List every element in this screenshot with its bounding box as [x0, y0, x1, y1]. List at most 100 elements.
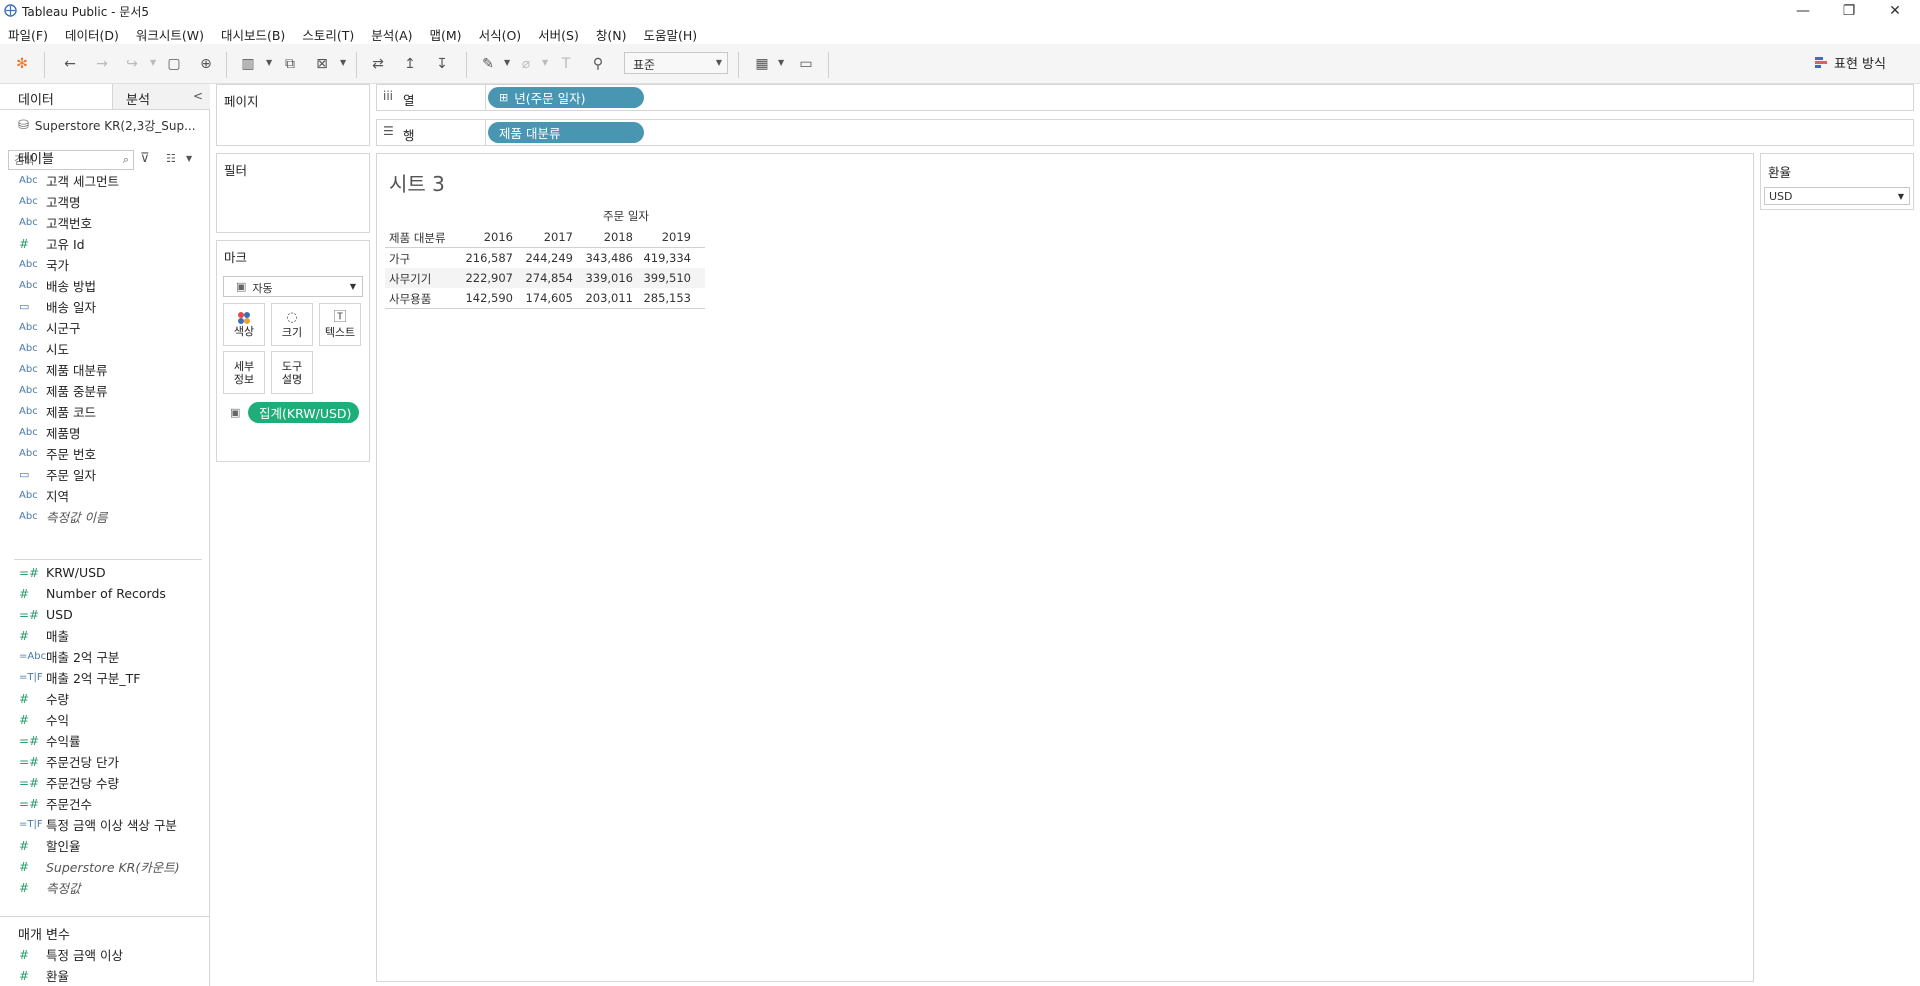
- field-item[interactable]: Abc 시도: [0, 338, 208, 359]
- sort-descending-icon[interactable]: ↧: [432, 54, 452, 74]
- menu-dashboard[interactable]: 대시보드(B): [213, 22, 294, 44]
- text-measure-pill[interactable]: 집계(KRW/USD): [248, 402, 359, 423]
- field-item[interactable]: # 매출: [0, 625, 208, 646]
- replay-icon[interactable]: ↪: [122, 54, 142, 74]
- field-item[interactable]: ▭ 배송 일자: [0, 296, 208, 317]
- datasource-item[interactable]: ⛁ Superstore KR(2,3강_Sup...: [18, 117, 196, 134]
- mark-detail-label-2: 정보: [233, 372, 255, 386]
- field-item[interactable]: =# 수익률: [0, 730, 208, 751]
- menu-analysis[interactable]: 분석(A): [363, 22, 421, 44]
- columns-pill-order-year[interactable]: ⊞ 년(주문 일자): [488, 87, 644, 108]
- field-item[interactable]: =Abc 매출 2억 구분: [0, 646, 208, 667]
- field-item[interactable]: Abc 측정값 이름: [0, 506, 208, 527]
- field-item[interactable]: =# 주문건수: [0, 793, 208, 814]
- year-header[interactable]: 2017: [537, 230, 573, 244]
- undo-icon[interactable]: ←: [60, 54, 80, 74]
- save-icon[interactable]: ▢: [164, 54, 184, 74]
- fit-select[interactable]: 표준 ▼: [624, 52, 728, 74]
- menu-format[interactable]: 서식(O): [471, 22, 531, 44]
- parameter-select[interactable]: USD ▼: [1764, 187, 1910, 205]
- tab-data[interactable]: 데이터: [18, 89, 54, 108]
- presentation-mode-icon[interactable]: ▭: [796, 54, 816, 74]
- rows-pill-category[interactable]: 제품 대분류: [488, 122, 644, 143]
- redo-icon[interactable]: →: [92, 54, 112, 74]
- field-item[interactable]: Abc 주문 번호: [0, 443, 208, 464]
- mark-color-button[interactable]: 색상: [223, 303, 265, 346]
- new-worksheet-icon[interactable]: ▥: [238, 54, 258, 74]
- menu-story[interactable]: 스토리(T): [294, 22, 363, 44]
- mark-detail-button[interactable]: 세부 정보: [223, 351, 265, 394]
- menu-worksheet[interactable]: 워크시트(W): [128, 22, 213, 44]
- menu-file[interactable]: 파일(F): [0, 22, 57, 44]
- clear-sheet-icon[interactable]: ⊠: [312, 54, 332, 74]
- field-item[interactable]: Abc 제품 중분류: [0, 380, 208, 401]
- close-button[interactable]: ✕: [1872, 0, 1918, 22]
- field-item[interactable]: =T|F 특정 금액 이상 색상 구분: [0, 814, 208, 835]
- mark-size-button[interactable]: ◌ 크기: [271, 303, 313, 346]
- year-header[interactable]: 2018: [597, 230, 633, 244]
- highlight-icon[interactable]: ✎: [478, 54, 498, 74]
- new-datasource-icon[interactable]: ⊕: [196, 54, 216, 74]
- show-me-button[interactable]: 표현 방식: [1814, 53, 1886, 72]
- mark-detail-label-1: 세부: [233, 359, 255, 373]
- swap-rows-columns-icon[interactable]: ⇄: [368, 54, 388, 74]
- field-item[interactable]: # 측정값: [0, 877, 208, 898]
- minimize-button[interactable]: —: [1780, 0, 1826, 22]
- show-mark-labels-icon[interactable]: T: [556, 54, 576, 74]
- field-item[interactable]: # 환율: [0, 965, 208, 986]
- menu-map[interactable]: 맵(M): [422, 22, 471, 44]
- field-item[interactable]: # Number of Records: [0, 583, 208, 604]
- table-row[interactable]: 가구 216,587 244,249 343,486 419,334: [385, 248, 705, 268]
- field-item[interactable]: =T|F 매출 2억 구분_TF: [0, 667, 208, 688]
- table-row[interactable]: 사무기기 222,907 274,854 339,016 399,510: [385, 268, 705, 288]
- menu-data[interactable]: 데이터(D): [57, 22, 128, 44]
- field-item[interactable]: Abc 배송 방법: [0, 275, 208, 296]
- mark-text-button[interactable]: 🅃 텍스트: [319, 303, 361, 346]
- view-options-icon[interactable]: ☷: [166, 152, 176, 165]
- field-item[interactable]: =# 주문건당 단가: [0, 751, 208, 772]
- collapse-pane-icon[interactable]: <: [193, 89, 203, 103]
- row-header-label[interactable]: 제품 대분류: [389, 230, 446, 246]
- field-item[interactable]: Abc 제품 코드: [0, 401, 208, 422]
- field-item[interactable]: =# 주문건당 수량: [0, 772, 208, 793]
- field-item[interactable]: Abc 고객번호: [0, 212, 208, 233]
- sort-ascending-icon[interactable]: ↥: [400, 54, 420, 74]
- field-item[interactable]: Abc 고객 세그먼트: [0, 170, 208, 191]
- field-item[interactable]: Abc 지역: [0, 485, 208, 506]
- field-item[interactable]: # 할인율: [0, 835, 208, 856]
- menu-help[interactable]: 도움말(H): [635, 22, 706, 44]
- field-item[interactable]: =# USD: [0, 604, 208, 625]
- field-item[interactable]: Abc 제품 대분류: [0, 359, 208, 380]
- field-item[interactable]: # 수익: [0, 709, 208, 730]
- field-item[interactable]: Abc 국가: [0, 254, 208, 275]
- field-item[interactable]: # 수량: [0, 688, 208, 709]
- filters-card[interactable]: 필터: [216, 153, 370, 233]
- table-row[interactable]: 사무용품 142,590 174,605 203,011 285,153: [385, 288, 705, 308]
- column-header-order-date[interactable]: 주문 일자: [551, 208, 701, 224]
- field-item[interactable]: Abc 고객명: [0, 191, 208, 212]
- year-header[interactable]: 2016: [477, 230, 513, 244]
- show-cards-icon[interactable]: ▦: [752, 54, 772, 74]
- tab-analysis[interactable]: 분석: [126, 89, 150, 108]
- sheet-title[interactable]: 시트 3: [389, 168, 445, 197]
- tableau-home-icon[interactable]: ✻: [12, 54, 32, 74]
- mark-type-select[interactable]: ▣ 자동 ▼: [223, 276, 363, 297]
- year-header[interactable]: 2019: [655, 230, 691, 244]
- menu-server[interactable]: 서버(S): [530, 22, 588, 44]
- fix-axes-icon[interactable]: ⚲: [588, 54, 608, 74]
- field-item[interactable]: =# KRW/USD: [0, 562, 208, 583]
- field-item[interactable]: # Superstore KR(카운트): [0, 856, 208, 877]
- chevron-down-icon[interactable]: ▼: [186, 154, 192, 163]
- menu-window[interactable]: 창(N): [588, 22, 636, 44]
- filter-icon[interactable]: ⊽: [140, 151, 150, 166]
- mark-tooltip-button[interactable]: 도구 설명: [271, 351, 313, 394]
- maximize-button[interactable]: ❐: [1826, 0, 1872, 22]
- field-item[interactable]: ▭ 주문 일자: [0, 464, 208, 485]
- pages-card[interactable]: 페이지: [216, 84, 370, 146]
- field-item[interactable]: Abc 제품명: [0, 422, 208, 443]
- group-members-icon[interactable]: ⌀: [516, 54, 536, 74]
- duplicate-sheet-icon[interactable]: ⧉: [280, 54, 300, 74]
- field-item[interactable]: Abc 시군구: [0, 317, 208, 338]
- field-item[interactable]: # 고유 Id: [0, 233, 208, 254]
- field-item[interactable]: # 특정 금액 이상: [0, 944, 208, 965]
